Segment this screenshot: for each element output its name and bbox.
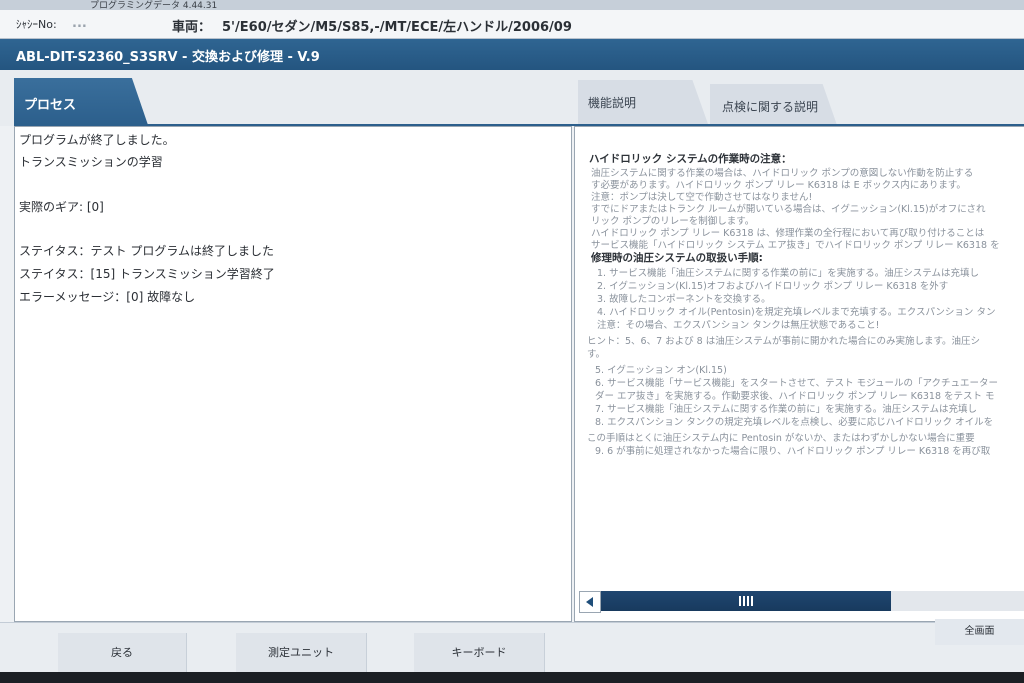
window-title-bar: ABL-DIT-S2360_S3SRV - 交換および修理 - V.9 [0,39,1024,70]
top-strip: プログラミングデータ 4.44.31 [0,0,1024,10]
instruction-step: 5. イグニッション オン(Kl.15) [595,365,727,376]
chassis-label: ｼｬｼｰNo: [16,18,57,31]
tab-function-description[interactable]: 機能説明 [578,80,708,124]
instruction-step: 1. サービス機能「油圧システムに関する作業の前に」を実施する。油圧システムは充… [597,268,980,279]
window-title: ABL-DIT-S2360_S3SRV - 交換および修理 - V.9 [16,50,320,65]
instruction-footer: 9. 6 が事前に処理されなかった場合に限り、ハイドロリック ポンプ リレー K… [595,446,991,457]
tab-process-label: プロセス [24,98,77,113]
output-line: 実際のギア: [0] [19,200,104,214]
output-line: ステイタス：[15] トランスミッション学習終了 [19,267,275,281]
instruction-step: 注意：その場合、エクスパンション タンクは無圧状態であること! [597,320,880,331]
monitor-bezel [0,672,1024,683]
scroll-thumb[interactable] [601,591,891,611]
chassis-value: ... [72,16,87,31]
back-button[interactable]: 戻る [58,633,187,673]
tab-inspection-description-label: 点検に関する説明 [722,100,819,114]
measure-unit-button[interactable]: 測定ユニット [236,633,367,673]
instruction-step: 6. サービス機能「サービス機能」をスタートさせて、テスト モジュールの「アクチ… [595,378,998,389]
instruction-hint: ヒント：5、6、7 および 8 は油圧システムが事前に開かれた場合にのみ実施しま… [587,336,981,347]
output-line: トランスミッションの学習 [19,155,163,169]
instruction-text: サービス機能「ハイドロリック システム エア抜き」でハイドロリック ポンプ リレ… [591,240,1000,251]
instruction-heading: 修理時の油圧システムの取扱い手順: [591,252,763,264]
instruction-step: 3. 故障したコンポーネントを交換する。 [597,294,771,305]
instruction-step: ダー エア抜き」を実施する。作動要求後、ハイドロリック ポンプ リレー K631… [595,391,995,402]
instruction-heading: ハイドロリック システムの作業時の注意： [589,153,792,165]
process-output-panel: プログラムが終了しました。 トランスミッションの学習 実際のギア: [0] ステ… [14,126,572,622]
output-line: ステイタス：テスト プログラムは終了しました [19,244,274,258]
diagnostic-screen: プログラミングデータ 4.44.31 ｼｬｼｰNo: ... 車両： 5'/E6… [0,0,1024,683]
instruction-footer: この手順はとくに油圧システム内に Pentosin がないか、またはわずかしかな… [587,433,975,444]
output-line: エラーメッセージ：[0] 故障なし [19,290,196,304]
vehicle-label: 車両： [172,20,212,35]
instruction-hint: す。 [587,349,606,360]
keyboard-button[interactable]: キーボード [414,633,545,673]
tab-inspection-description[interactable]: 点検に関する説明 [710,84,838,128]
horizontal-scrollbar[interactable] [575,587,1024,613]
vehicle-info-bar: ｼｬｼｰNo: ... 車両： 5'/E60/セダン/M5/S85,-/MT/E… [0,10,1024,39]
output-line: プログラムが終了しました。 [19,133,175,147]
instruction-step: 2. イグニッション(Kl.15)オフおよびハイドロリック ポンプ リレー K6… [597,281,949,292]
instruction-step: 4. ハイドロリック オイル(Pentosin)を規定充填レベルまで充填する。エ… [597,307,996,318]
tab-function-description-label: 機能説明 [588,96,637,110]
instruction-step: 7. サービス機能「油圧システムに関する作業の前に」を実施する。油圧システムは充… [595,404,978,415]
vehicle-value: 5'/E60/セダン/M5/S85,-/MT/ECE/左ハンドル/2006/09 [222,20,572,35]
top-strip-text: プログラミングデータ 4.44.31 [90,1,218,10]
fullscreen-button[interactable]: 全画面 [935,619,1024,645]
scroll-grip-icon [739,596,753,606]
instruction-panel: ハイドロリック システムの作業時の注意： 油圧システムに関する作業の場合は、ハイ… [574,126,1024,622]
scroll-track[interactable] [601,591,1024,611]
tab-process[interactable]: プロセス [14,78,148,125]
tab-area: プロセス 機能説明 点検に関する説明 [0,70,1024,128]
scroll-left-arrow-icon[interactable] [579,591,601,613]
instruction-step: 8. エクスパンション タンクの規定充填レベルを点検し、必要に応じハイドロリック… [595,417,994,428]
